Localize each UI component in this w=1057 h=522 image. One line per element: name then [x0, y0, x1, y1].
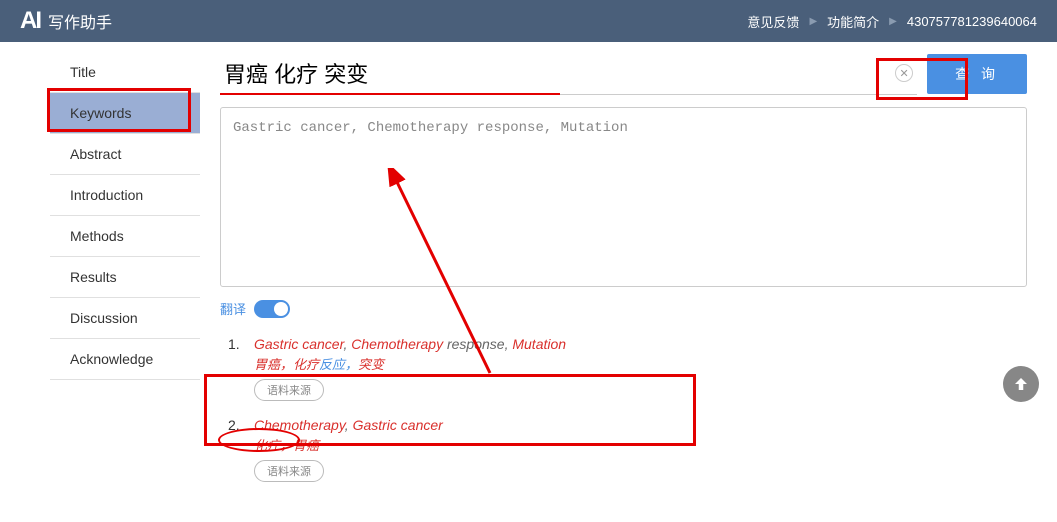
- content-area: ✕ 查 询 Gastric cancer, Chemotherapy respo…: [200, 52, 1057, 498]
- clear-icon[interactable]: ✕: [895, 64, 913, 82]
- result-chinese[interactable]: 化疗，胃癌: [254, 435, 1027, 454]
- sidebar-item-methods[interactable]: Methods: [50, 216, 200, 257]
- result-body: Chemotherapy, Gastric cancer 化疗，胃癌 语料来源: [254, 417, 1027, 482]
- main-area: Title Keywords Abstract Introduction Met…: [0, 42, 1057, 498]
- sidebar-item-introduction[interactable]: Introduction: [50, 175, 200, 216]
- source-button[interactable]: 语料来源: [254, 379, 324, 401]
- list-item: 1. Gastric cancer, Chemotherapy response…: [228, 336, 1027, 401]
- sidebar-item-acknowledge[interactable]: Acknowledge: [50, 339, 200, 380]
- result-english[interactable]: Gastric cancer, Chemotherapy response, M…: [254, 336, 1027, 352]
- translate-toggle[interactable]: [254, 300, 290, 318]
- header-nav: 意见反馈 ▶ 功能简介 ▶ 430757781239640064: [747, 12, 1037, 31]
- results-list: 1. Gastric cancer, Chemotherapy response…: [220, 336, 1027, 482]
- sidebar-item-discussion[interactable]: Discussion: [50, 298, 200, 339]
- search-input-wrap: ✕: [220, 52, 917, 95]
- separator-icon: ▶: [889, 16, 897, 27]
- search-input[interactable]: [220, 52, 917, 94]
- sidebar-item-results[interactable]: Results: [50, 257, 200, 298]
- arrow-up-icon: [1012, 375, 1030, 393]
- feedback-link[interactable]: 意见反馈: [747, 12, 799, 31]
- separator-icon: ▶: [809, 16, 817, 27]
- result-number: 2.: [228, 417, 244, 482]
- logo: AI 写作助手: [20, 7, 112, 35]
- sidebar-item-title[interactable]: Title: [50, 52, 200, 93]
- query-button[interactable]: 查 询: [927, 54, 1027, 94]
- result-number: 1.: [228, 336, 244, 401]
- search-row: ✕ 查 询: [220, 52, 1027, 95]
- back-to-top-button[interactable]: [1003, 366, 1039, 402]
- sidebar: Title Keywords Abstract Introduction Met…: [0, 52, 200, 498]
- app-header: AI 写作助手 意见反馈 ▶ 功能简介 ▶ 430757781239640064: [0, 0, 1057, 42]
- result-body: Gastric cancer, Chemotherapy response, M…: [254, 336, 1027, 401]
- logo-text: 写作助手: [48, 9, 112, 33]
- sidebar-item-abstract[interactable]: Abstract: [50, 134, 200, 175]
- features-link[interactable]: 功能简介: [827, 12, 879, 31]
- source-button[interactable]: 语料来源: [254, 460, 324, 482]
- toggle-knob-icon: [274, 302, 288, 316]
- logo-icon: AI: [20, 7, 40, 35]
- translate-label: 翻译: [220, 299, 246, 318]
- list-item: 2. Chemotherapy, Gastric cancer 化疗，胃癌 语料…: [228, 417, 1027, 482]
- result-english[interactable]: Chemotherapy, Gastric cancer: [254, 417, 1027, 433]
- sidebar-item-keywords[interactable]: Keywords: [50, 93, 200, 134]
- result-textarea[interactable]: Gastric cancer, Chemotherapy response, M…: [220, 107, 1027, 287]
- result-chinese[interactable]: 胃癌，化疗反应，突变: [254, 354, 1027, 373]
- translate-row: 翻译: [220, 299, 1027, 318]
- user-id[interactable]: 430757781239640064: [907, 14, 1037, 29]
